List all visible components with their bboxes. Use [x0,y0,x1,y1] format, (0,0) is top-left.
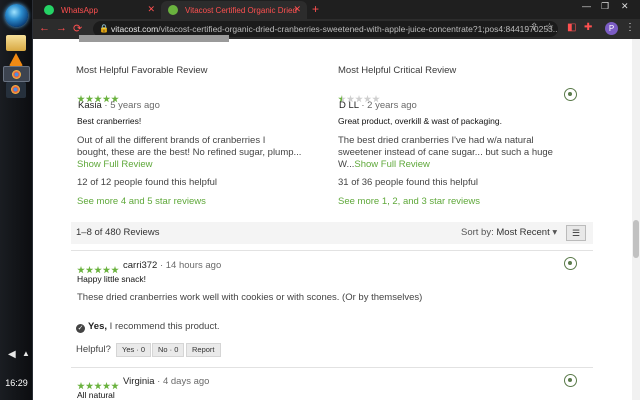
critical-rating-stars [338,90,381,103]
helpful-label: Helpful? [76,344,111,355]
page-scrollbar[interactable] [632,39,640,400]
reviewer-badge-icon[interactable] [564,374,577,387]
new-tab-button[interactable]: + [312,2,319,16]
reviewer-name: Virginia [123,376,155,387]
desktop: ◀ ▲ 16:29 WhatsApp ✕ Vitacost Certified … [0,0,640,400]
menu-dots-icon[interactable]: ⋮ [625,22,635,33]
favorable-rating-stars [77,90,120,103]
chrome-window-button[interactable] [6,82,26,98]
browser-window: WhatsApp ✕ Vitacost Certified Organic Dr… [33,0,640,400]
vitacost-icon [168,5,178,15]
favorable-heading: Most Helpful Favorable Review [76,65,208,76]
reviewer-badge-icon[interactable] [564,88,577,101]
tab-label: WhatsApp [61,5,98,15]
bookmark-star-icon[interactable]: ☆ [545,22,554,33]
chrome-icon [11,85,20,94]
review-rating-stars [77,261,120,274]
critical-reviewer: D LL · 2 years ago [339,100,417,111]
reviews-count: 1–8 of 480 Reviews [76,227,160,238]
close-icon[interactable]: ✕ [147,4,155,15]
critical-heading: Most Helpful Critical Review [338,65,457,76]
review-age: · 4 days ago [157,376,210,387]
review-age: · 14 hours ago [159,260,222,271]
reviewer-name: D LL [339,100,359,111]
critical-title: Great product, overkill & wast of packag… [338,116,502,126]
helpful-yes-button[interactable]: Yes · 0 [116,343,152,357]
body-line: sweetener instead of cane sugar... but s… [338,147,553,158]
clock[interactable]: 16:29 [0,378,33,388]
chrome-taskbar-button[interactable] [3,66,30,82]
review-reviewer: carri372 · 14 hours ago [123,260,221,271]
tab-strip: WhatsApp ✕ Vitacost Certified Organic Dr… [33,0,640,19]
taskbar: ◀ ▲ 16:29 [0,0,33,400]
maximize-icon[interactable]: ❐ [601,1,609,12]
file-explorer-icon[interactable] [6,35,26,51]
check-icon: ✓ [76,324,85,333]
body-fragment: W... [338,159,355,170]
divider [71,250,593,251]
chrome-icon [12,70,21,79]
share-icon[interactable]: ⇪ [530,22,538,33]
favorable-helpful: 12 of 12 people found this helpful [77,177,217,188]
critical-helpful: 31 of 36 people found this helpful [338,177,478,188]
page-content: Most Helpful Favorable Review Kasia · 5 … [33,35,640,400]
see-more-positive-link[interactable]: See more 4 and 5 star reviews [77,196,206,207]
whatsapp-icon [44,5,54,15]
helpful-no-button[interactable]: No · 0 [152,343,185,357]
show-full-review-link[interactable]: Show Full Review [77,159,317,171]
reviews-sort-bar: 1–8 of 480 Reviews Sort by: Most Recent … [71,222,593,244]
tab-label: Vitacost Certified Organic Dried [185,5,297,15]
recommend-yes: Yes, [88,321,108,332]
review-rating-stars [77,377,120,390]
review-age: · 5 years ago [104,100,160,111]
body-line: Out of all the different brands of cranb… [77,135,266,146]
reviewer-name: Kasia [78,100,102,111]
body-line: bought, these are the best! No refined s… [77,147,302,158]
body-line: The best dried cranberries I've had w/a … [338,135,534,146]
close-window-icon[interactable]: ✕ [621,1,629,12]
cropped-bar [79,35,229,42]
helpful-row: Helpful? Yes · 0 No · 0 Report [76,343,276,357]
review-title: All natural [77,390,115,400]
sort-value: Most Recent [496,227,550,238]
url-path: /vitacost-certified-organic-dried-cranbe… [158,24,558,34]
reload-icon[interactable]: ⟳ [73,22,82,35]
show-full-review-link[interactable]: Show Full Review [354,159,430,170]
forward-icon[interactable]: → [56,22,67,34]
critical-body: The best dried cranberries I've had w/a … [338,135,578,171]
tab-vitacost[interactable]: Vitacost Certified Organic Dried ✕ [161,1,307,19]
tray-expand-icon[interactable]: ▲ [22,349,30,358]
favorable-body: Out of all the different brands of cranb… [77,135,317,171]
review-age: · 2 years ago [361,100,417,111]
url-host: vitacost.com [111,24,159,34]
profile-avatar[interactable]: P [605,22,618,35]
review-body: These dried cranberries work well with c… [77,292,423,303]
recommend-text: I recommend this product. [109,321,220,332]
close-icon[interactable]: ✕ [293,4,301,15]
reviewer-name: carri372 [123,260,158,271]
volume-icon[interactable]: ◀ [8,349,16,360]
vlc-icon[interactable] [9,53,23,66]
start-button[interactable] [5,4,28,27]
recommend-line: ✓ Yes, I recommend this product. [76,321,220,333]
sort-dropdown[interactable]: Sort by: Most Recent ▾ [461,227,557,238]
review-title: Happy little snack! [77,274,146,284]
favorable-reviewer: Kasia · 5 years ago [78,100,160,111]
body-line: W...Show Full Review [338,159,578,171]
tab-whatsapp[interactable]: WhatsApp ✕ [37,1,161,19]
sort-label: Sort by: [461,227,494,238]
divider [71,367,593,368]
puzzle-icon[interactable]: ✚ [584,22,592,33]
report-button[interactable]: Report [186,343,221,357]
minimize-icon[interactable]: — [582,1,591,11]
filter-menu-button[interactable]: ☰ [566,225,586,241]
scrollbar-thumb[interactable] [633,220,639,258]
back-icon[interactable]: ← [39,22,50,34]
favorable-title: Best cranberries! [77,116,142,126]
reviewer-badge-icon[interactable] [564,257,577,270]
see-more-critical-link[interactable]: See more 1, 2, and 3 star reviews [338,196,480,207]
chevron-down-icon: ▾ [552,227,558,238]
extension-icon[interactable]: ◧ [567,22,576,33]
review-reviewer: Virginia · 4 days ago [123,376,209,387]
